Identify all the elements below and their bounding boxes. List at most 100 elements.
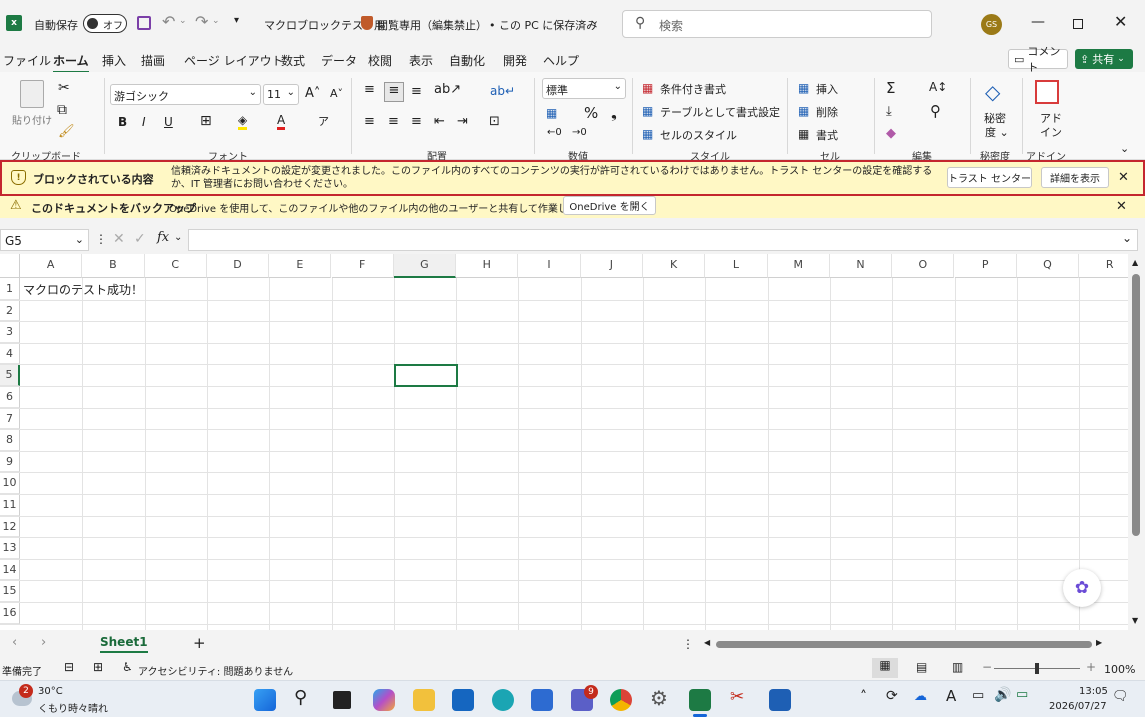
column-header-c[interactable]: C	[144, 254, 207, 278]
column-header-o[interactable]: O	[892, 254, 955, 278]
macro-record-icon[interactable]: ⊞	[93, 660, 103, 674]
scroll-thumb[interactable]	[1132, 274, 1140, 536]
snipping-tool-icon[interactable]: ✂	[730, 687, 744, 707]
network-icon[interactable]: ▭	[972, 688, 984, 703]
search-box[interactable]: ⚲ 検索	[622, 10, 932, 38]
row-header-3[interactable]: 3	[0, 321, 20, 343]
delete-cells-icon[interactable]: ▦	[798, 104, 809, 118]
accessibility-status[interactable]: アクセシビリティ: 問題ありません	[138, 663, 293, 678]
bold-button[interactable]: B	[118, 115, 127, 129]
addins-icon[interactable]	[1035, 80, 1059, 104]
row-header-15[interactable]: 15	[0, 580, 20, 602]
formula-input[interactable]	[188, 229, 1138, 251]
row-header-16[interactable]: 16	[0, 602, 20, 624]
column-header-a[interactable]: A	[20, 254, 83, 278]
zoom-out-button[interactable]: −	[982, 660, 992, 674]
show-details-button[interactable]: 詳細を表示	[1041, 167, 1109, 188]
align-bottom-icon[interactable]: ≡	[411, 84, 422, 99]
insert-cells-icon[interactable]: ▦	[798, 81, 809, 95]
worksheet-grid[interactable]: ABCDEFGHIJKLMNOPQR 1 2 3 4 5 6 7 8 9 10 11 12 13 14 15…	[0, 254, 1145, 630]
tab-data[interactable]: データ	[321, 52, 357, 69]
tab-insert[interactable]: 挿入	[102, 52, 126, 69]
sort-filter-icon[interactable]: A↕	[929, 80, 947, 94]
column-header-g[interactable]: G	[393, 254, 457, 278]
excel-taskbar-icon[interactable]	[689, 689, 711, 711]
minimize-icon[interactable]: —	[1031, 14, 1045, 30]
word-icon[interactable]	[769, 689, 791, 711]
align-left-icon[interactable]: ≡	[364, 114, 375, 129]
comment-button[interactable]: ▭ コメント	[1008, 45, 1068, 74]
format-cells-button[interactable]: 書式	[816, 127, 838, 143]
find-select-icon[interactable]: ⚲	[930, 102, 941, 120]
wrap-text-icon[interactable]: ab↵	[490, 84, 515, 98]
scroll-up-icon[interactable]: ▲	[1132, 258, 1138, 267]
copilot-icon[interactable]: ✿	[1063, 569, 1101, 607]
row-header-12[interactable]: 12	[0, 515, 20, 538]
save-location[interactable]: • この PC に保存済み	[489, 17, 597, 33]
font-color-icon[interactable]: A	[277, 113, 286, 130]
column-header-p[interactable]: P	[954, 254, 1017, 278]
tab-formulas[interactable]: 数式	[281, 52, 305, 69]
conditional-format-icon[interactable]: ▦	[642, 81, 653, 95]
m365-icon[interactable]	[373, 689, 395, 711]
tab-file[interactable]: ファイル	[3, 52, 51, 69]
delete-cells-button[interactable]: 削除	[816, 104, 838, 120]
zoom-level[interactable]: 100%	[1104, 663, 1135, 676]
collapse-ribbon-icon[interactable]: ⌄	[1120, 142, 1129, 155]
phonetic-icon[interactable]: ア	[318, 113, 329, 129]
row-header-10[interactable]: 10	[0, 472, 20, 494]
h-scroll-thumb[interactable]	[716, 641, 1092, 648]
column-header-n[interactable]: N	[829, 254, 893, 278]
add-sheet-button[interactable]: +	[193, 634, 206, 652]
store-icon[interactable]	[531, 689, 553, 711]
zoom-in-button[interactable]: +	[1086, 660, 1096, 674]
accessibility-icon[interactable]: ♿	[122, 660, 133, 674]
sheet-tab-sheet1[interactable]: Sheet1	[100, 635, 148, 653]
clock-time[interactable]: 13:05	[1079, 686, 1108, 697]
close-icon[interactable]: ✕	[1118, 170, 1129, 185]
format-painter-icon[interactable]: 🖌	[58, 124, 75, 139]
tray-chevron-icon[interactable]: ˄	[860, 689, 867, 705]
font-size-select[interactable]: 11 ⌄	[263, 84, 299, 105]
cut-icon[interactable]: ✂	[58, 80, 70, 96]
fill-color-icon[interactable]: ◈	[238, 113, 248, 130]
select-all-corner[interactable]	[0, 254, 20, 278]
row-header-5[interactable]: 5	[0, 364, 20, 386]
trust-center-button[interactable]: トラスト センター	[947, 167, 1032, 188]
column-header-e[interactable]: E	[269, 254, 332, 278]
volume-icon[interactable]: 🔊	[994, 687, 1011, 703]
undo-dropdown-icon[interactable]: ⌄	[179, 16, 187, 26]
tab-automate[interactable]: 自動化	[449, 52, 485, 69]
more-options-icon[interactable]: ⋮	[682, 637, 694, 651]
comma-icon[interactable]: ❟	[611, 104, 617, 122]
copy-icon[interactable]: ⧉	[57, 102, 67, 118]
taskbar-search-icon[interactable]: ⚲	[294, 687, 307, 708]
vertical-scrollbar[interactable]: ▲ ▼	[1128, 254, 1145, 630]
onedrive-icon[interactable]: ☁	[914, 689, 927, 704]
chevron-down-icon[interactable]: ⌄	[590, 14, 599, 27]
tab-home[interactable]: ホーム	[53, 52, 89, 74]
paste-label[interactable]: 貼り付け	[12, 112, 52, 127]
task-view-icon[interactable]	[333, 691, 351, 709]
increase-font-icon[interactable]: A˄	[305, 86, 320, 101]
cancel-icon[interactable]: ✕	[113, 231, 125, 247]
open-onedrive-button[interactable]: OneDrive を開く	[563, 196, 656, 215]
column-header-l[interactable]: L	[705, 254, 768, 278]
cell-styles-button[interactable]: セルのスタイル	[660, 127, 737, 143]
italic-button[interactable]: I	[142, 115, 146, 129]
row-header-1[interactable]: 1	[0, 278, 20, 300]
redo-dropdown-icon[interactable]: ⌄	[212, 16, 220, 26]
enter-icon[interactable]: ✓	[134, 231, 146, 247]
insert-function-icon[interactable]: fx	[157, 230, 169, 245]
notification-icon[interactable]: 🗨	[1112, 689, 1129, 704]
clear-icon[interactable]: ◆	[886, 126, 896, 141]
clock-date[interactable]: 2026/07/27	[1049, 701, 1107, 712]
cell-styles-icon[interactable]: ▦	[642, 127, 653, 141]
autosum-icon[interactable]: Σ	[886, 79, 895, 97]
scroll-down-icon[interactable]: ▼	[1132, 616, 1138, 625]
avatar[interactable]: GS	[981, 14, 1002, 35]
row-header-9[interactable]: 9	[0, 450, 20, 473]
row-header-8[interactable]: 8	[0, 429, 20, 451]
chevron-down-icon[interactable]: ⌄	[174, 232, 182, 243]
font-name-select[interactable]: 游ゴシック ⌄	[110, 84, 261, 105]
